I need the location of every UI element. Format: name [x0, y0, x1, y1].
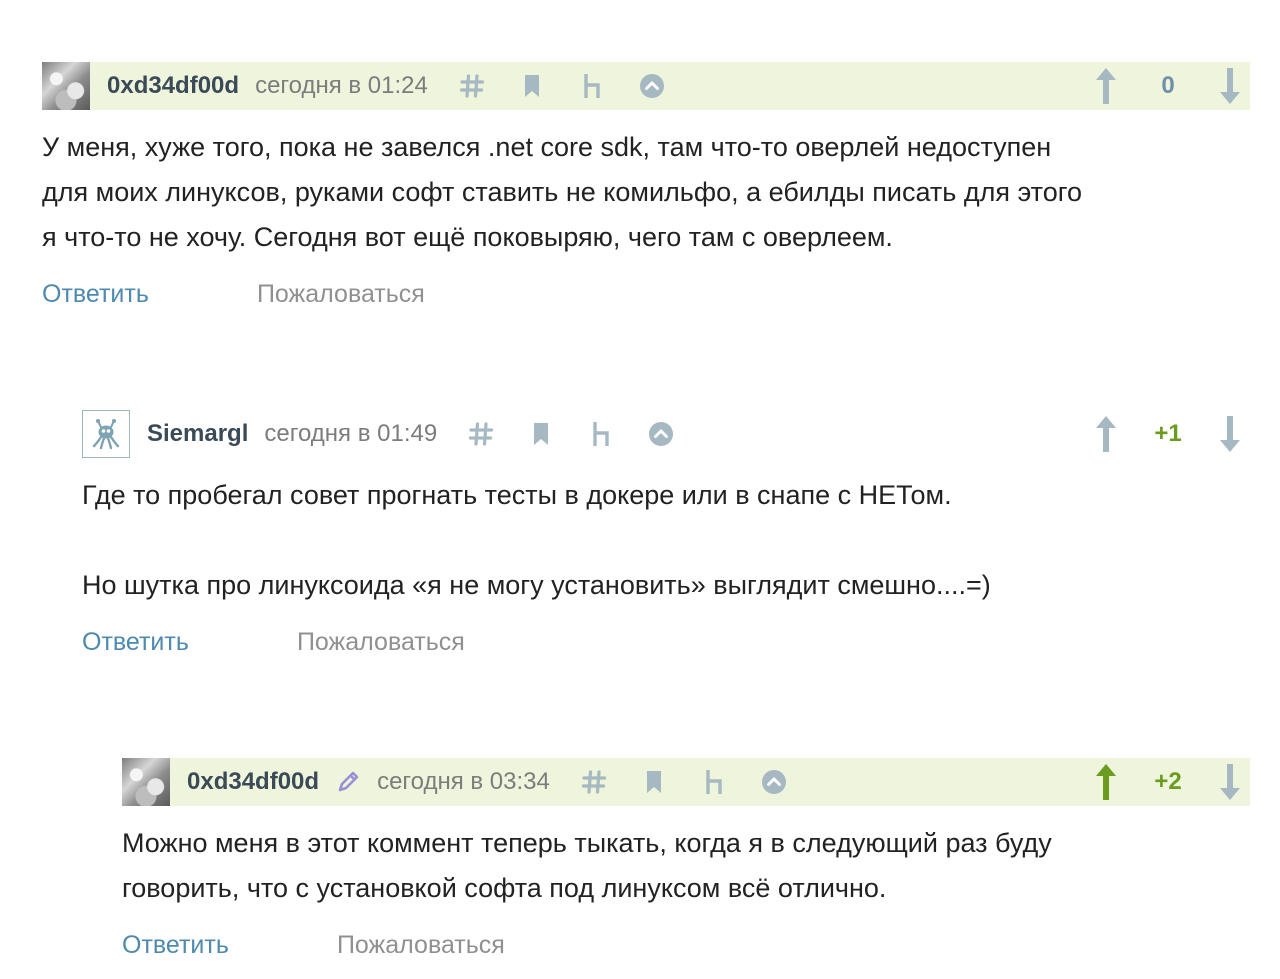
- reply-link[interactable]: Ответить: [122, 931, 330, 960]
- downvote-arrow-icon[interactable]: [1210, 758, 1250, 806]
- parent-comment-icon[interactable]: [694, 762, 734, 802]
- avatar[interactable]: [82, 410, 130, 458]
- comment-time[interactable]: сегодня в 01:24: [255, 72, 428, 100]
- parent-comment-icon[interactable]: [572, 66, 612, 106]
- vote-panel: 0: [1086, 62, 1250, 110]
- vote-panel: +1: [1086, 410, 1250, 458]
- bookmark-icon[interactable]: [512, 66, 552, 106]
- scroll-up-icon[interactable]: [641, 414, 681, 454]
- avatar[interactable]: [122, 758, 170, 806]
- comment-time[interactable]: сегодня в 03:34: [377, 768, 550, 796]
- hash-icon[interactable]: [574, 762, 614, 802]
- username[interactable]: 0xd34df00d: [107, 72, 239, 100]
- comment: 0xd34df00d сегодня в 03:34 +2 Можно меня…: [122, 758, 1250, 960]
- comment-time[interactable]: сегодня в 01:49: [264, 420, 437, 448]
- scroll-up-icon[interactable]: [754, 762, 794, 802]
- edit-pencil-icon: [335, 769, 361, 795]
- comment-actions: Ответить Пожаловаться: [42, 280, 1250, 309]
- comment-actions: Ответить Пожаловаться: [122, 931, 1250, 960]
- score: +1: [1154, 420, 1182, 447]
- report-link[interactable]: Пожаловаться: [257, 280, 425, 309]
- score: 0: [1161, 72, 1175, 99]
- upvote-arrow-icon[interactable]: [1086, 410, 1126, 458]
- scroll-up-icon[interactable]: [632, 66, 672, 106]
- comment-text-line: говорить, что с установкой софта под лин…: [122, 873, 887, 903]
- bookmark-icon[interactable]: [634, 762, 674, 802]
- comment-body: Где то пробегал совет прогнать тесты в д…: [82, 473, 1250, 608]
- comment-actions: Ответить Пожаловаться: [82, 628, 1250, 657]
- comment-text-line: я что-то не хочу. Сегодня вот ещё поковы…: [42, 222, 893, 252]
- comment-paragraph: Где то пробегал совет прогнать тесты в д…: [82, 480, 952, 510]
- comment-text-line: У меня, хуже того, пока не завелся .net …: [42, 132, 1052, 162]
- comment-text-line: для моих линуксов, руками софт ставить н…: [42, 177, 1083, 207]
- upvote-arrow-icon[interactable]: [1086, 758, 1126, 806]
- parent-comment-icon[interactable]: [581, 414, 621, 454]
- reply-link[interactable]: Ответить: [42, 280, 250, 309]
- comment-body: У меня, хуже того, пока не завелся .net …: [42, 125, 1250, 260]
- avatar[interactable]: [42, 62, 90, 110]
- reply-link[interactable]: Ответить: [82, 628, 290, 657]
- comment-paragraph: Но шутка про линуксоида «я не могу устан…: [82, 570, 991, 600]
- upvote-arrow-icon[interactable]: [1086, 62, 1126, 110]
- score: +2: [1154, 768, 1182, 795]
- comment: Siemargl сегодня в 01:49 +1 Где то пробе…: [82, 410, 1250, 657]
- downvote-arrow-icon[interactable]: [1210, 410, 1250, 458]
- hash-icon[interactable]: [461, 414, 501, 454]
- report-link[interactable]: Пожаловаться: [337, 931, 505, 960]
- downvote-arrow-icon[interactable]: [1210, 62, 1250, 110]
- username[interactable]: Siemargl: [147, 420, 248, 448]
- username[interactable]: 0xd34df00d: [187, 768, 319, 796]
- comment-header: Siemargl сегодня в 01:49 +1: [82, 410, 1250, 458]
- comment-header: 0xd34df00d сегодня в 01:24 0: [42, 62, 1250, 110]
- comment-text-line: Можно меня в этот коммент теперь тыкать,…: [122, 828, 1052, 858]
- vote-panel: +2: [1086, 758, 1250, 806]
- comment-header: 0xd34df00d сегодня в 03:34 +2: [122, 758, 1250, 806]
- bookmark-icon[interactable]: [521, 414, 561, 454]
- comment-body: Можно меня в этот коммент теперь тыкать,…: [122, 821, 1250, 911]
- report-link[interactable]: Пожаловаться: [297, 628, 465, 657]
- comment: 0xd34df00d сегодня в 01:24 0 У меня, хуж…: [42, 62, 1250, 309]
- hash-icon[interactable]: [452, 66, 492, 106]
